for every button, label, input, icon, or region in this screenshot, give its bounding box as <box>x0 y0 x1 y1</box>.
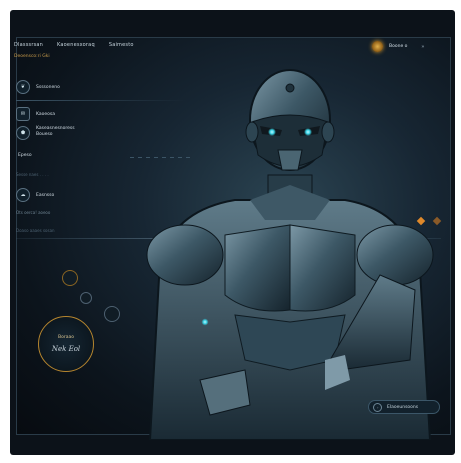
leaf-icon: ❦ <box>16 80 30 94</box>
menu-item-1[interactable]: ❦ Ssssoneno <box>16 80 60 94</box>
menu-item-label: Kaoeosa <box>36 111 56 117</box>
menu-item-label: Easnsso <box>36 192 55 198</box>
chat-icon: ✉ <box>16 107 30 121</box>
badge-label: Boraao <box>58 335 74 340</box>
faint-label: Ots oerca! aoeoo <box>16 210 51 215</box>
shield-icon: ⬟ <box>16 126 30 140</box>
top-navigation: Dlasssrsan Kaoenesxoraq Saimesto <box>14 40 134 54</box>
cloud-icon: ☁ <box>16 188 30 202</box>
node-icon <box>104 306 120 322</box>
nav-item-3[interactable]: Saimesto <box>109 40 134 54</box>
action-button[interactable]: ◦ Elaoeunsoons <box>368 400 440 414</box>
nav-item-2[interactable]: Kaoenesxoraq <box>57 40 95 54</box>
profile-badge[interactable]: Boraao Nek Eol <box>38 316 94 372</box>
faint-label: Doaso aaaes sosan <box>16 228 55 233</box>
node-icon <box>62 270 78 286</box>
menu-item-4[interactable]: ☁ Easnsso <box>16 188 54 202</box>
node-icon <box>80 292 92 304</box>
nav-item-1[interactable]: Dlasssrsan <box>14 40 43 54</box>
circle-icon: ◦ <box>373 402 382 412</box>
faint-label: Sesse naes . . . . <box>16 172 49 177</box>
menu-item-2[interactable]: ✉ Kaoeosa <box>16 107 55 121</box>
menu-item-label: Kaseasnesnoress Boueso <box>36 126 75 137</box>
robot-illustration <box>146 69 434 440</box>
section-label: Epeso <box>18 153 32 158</box>
signature: Nek Eol <box>51 345 81 353</box>
chevron-right-icon[interactable]: » <box>421 44 424 50</box>
menu-item-3[interactable]: ⬟ Kaseasnesnoress Boueso <box>16 126 92 140</box>
menu-item-label: Ssssoneno <box>36 84 60 90</box>
nav-subtitle: Deoensco:ri Gki <box>14 54 50 59</box>
account-name: Boone o <box>389 44 408 49</box>
action-label: Elaoeunsoons <box>387 404 419 410</box>
account-menu[interactable]: Boone o » <box>372 41 424 52</box>
avatar[interactable] <box>372 41 383 52</box>
